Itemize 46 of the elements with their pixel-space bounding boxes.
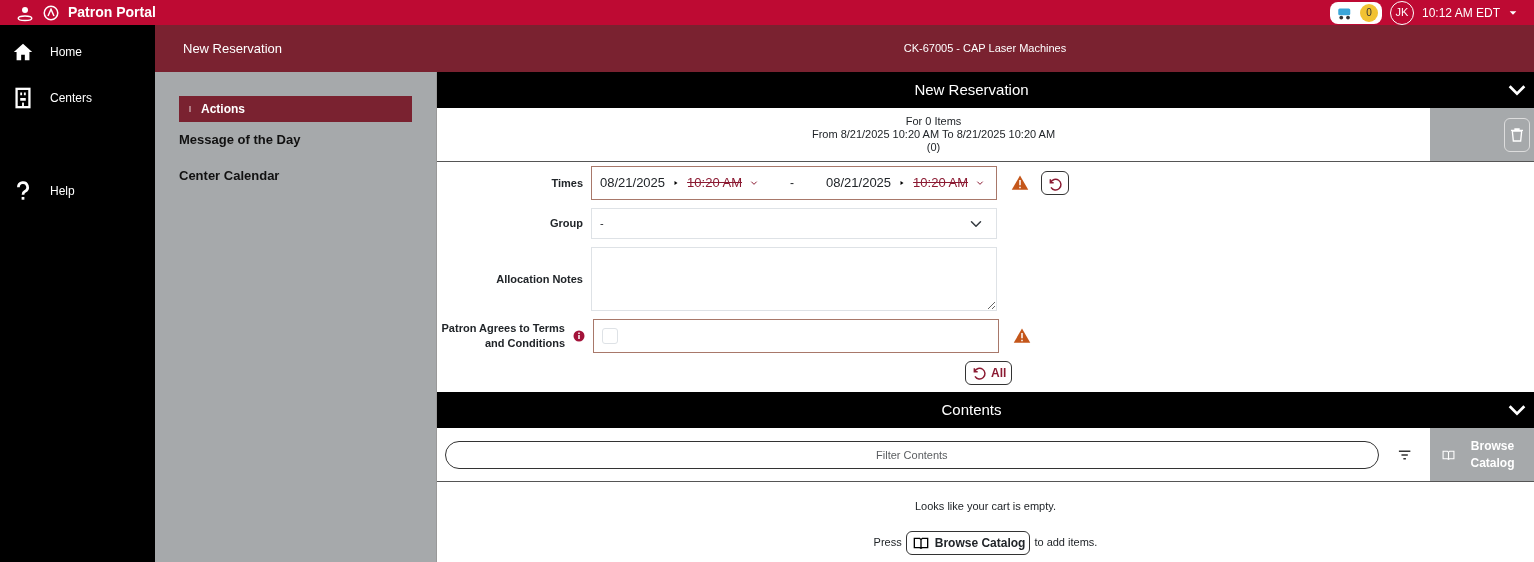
add-items-text: to add items. — [1034, 535, 1098, 551]
actions-menu[interactable]: Actions — [179, 96, 412, 122]
cart-button[interactable]: 0 — [1329, 1, 1382, 24]
cart-count: 0 — [1359, 3, 1378, 22]
time-value[interactable]: 10:20 AM — [913, 173, 969, 193]
caret-icon — [673, 180, 680, 186]
terms-checkbox[interactable] — [602, 328, 618, 344]
press-text: Press — [873, 535, 902, 551]
nav-item[interactable]: Centers — [0, 75, 155, 121]
chevron-icon — [750, 179, 758, 187]
notes-field[interactable] — [591, 247, 997, 311]
building-icon — [12, 87, 34, 109]
reset-button[interactable] — [1041, 171, 1069, 195]
reset-all-button[interactable]: All — [965, 361, 1013, 385]
filter-field[interactable]: Filter Contents — [445, 440, 1379, 469]
sidebar-link[interactable]: Message of the Day — [179, 122, 412, 158]
section-header: Contents — [437, 392, 1534, 428]
group-select[interactable]: - — [591, 208, 997, 239]
page-title: New Reservation — [182, 39, 283, 58]
field-label: Times — [550, 175, 584, 191]
field-label: Patron Agrees to Terms and Conditions — [440, 320, 566, 351]
time-range-field[interactable]: 08/21/2025 10:20 AM - 08/21/2025 10:20 AM — [591, 166, 997, 200]
sidebar-link[interactable]: Center Calendar — [179, 157, 412, 193]
date-value[interactable]: 08/21/2025 — [600, 173, 666, 193]
caret-icon — [899, 180, 906, 186]
date-value[interactable]: 08/21/2025 — [826, 173, 892, 193]
portal-title: Patron Portal — [68, 3, 156, 22]
clock-time: 10:12 AM EDT — [1421, 4, 1500, 22]
browse-catalog-button[interactable]: Browse Catalog — [905, 530, 1031, 555]
summary-text: From 8/21/2025 10:20 AM To 8/21/2025 10:20 AM — [811, 127, 1056, 142]
field-label: Group — [549, 216, 584, 232]
undo-icon — [971, 365, 987, 381]
nav-item[interactable]: Help — [0, 168, 155, 214]
university-seal-icon — [42, 3, 60, 22]
nav-item[interactable]: Home — [0, 29, 155, 75]
section-header: New Reservation — [437, 72, 1534, 108]
summary-text: For 0 Items — [905, 114, 962, 128]
field-label: Allocation Notes — [495, 271, 584, 287]
range-separator: - — [790, 175, 794, 192]
center-name: CK-67005 - CAP Laser Machines — [902, 41, 1068, 57]
home-icon — [12, 41, 34, 63]
summary-text: (0) — [926, 141, 941, 155]
info-icon — [573, 330, 585, 342]
time-value[interactable]: 10:20 AM — [687, 173, 742, 193]
empty-cart-text: Looks like your cart is empty. — [915, 499, 1056, 514]
chevron-icon — [976, 179, 985, 187]
